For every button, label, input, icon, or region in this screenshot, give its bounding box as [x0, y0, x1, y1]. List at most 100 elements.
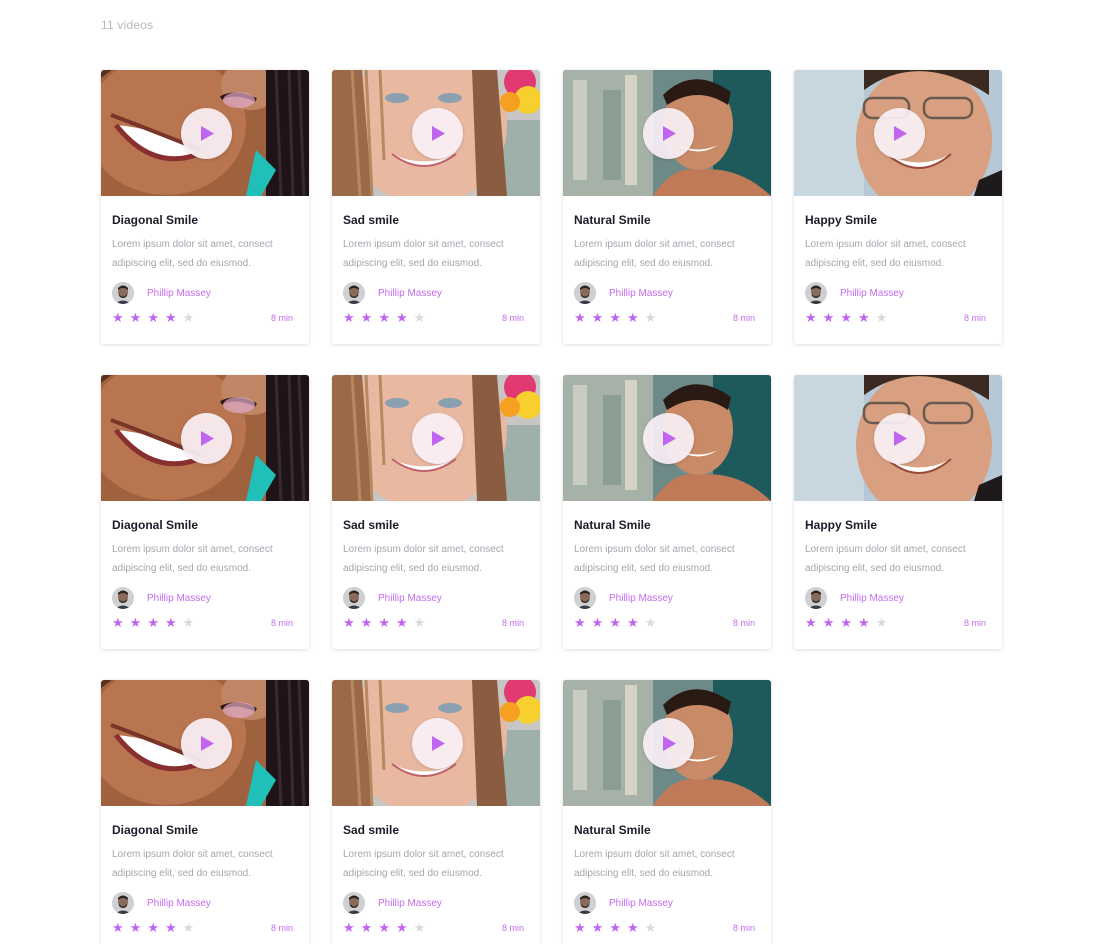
author-name-link[interactable]: Phillip Massey	[378, 288, 442, 299]
video-thumbnail[interactable]	[563, 375, 771, 501]
video-title[interactable]: Diagonal Smile	[112, 212, 298, 228]
star-filled-icon[interactable]: ★	[130, 922, 142, 935]
star-filled-icon[interactable]: ★	[130, 617, 142, 630]
star-empty-icon[interactable]: ★	[414, 922, 426, 935]
video-thumbnail[interactable]	[332, 375, 540, 501]
star-filled-icon[interactable]: ★	[343, 312, 355, 325]
play-button[interactable]	[181, 718, 232, 769]
star-empty-icon[interactable]: ★	[645, 312, 657, 325]
star-rating[interactable]: ★ ★ ★ ★ ★	[112, 922, 194, 935]
star-empty-icon[interactable]: ★	[414, 617, 426, 630]
author-name-link[interactable]: Phillip Massey	[378, 593, 442, 604]
video-title[interactable]: Diagonal Smile	[112, 517, 298, 533]
author-name-link[interactable]: Phillip Massey	[840, 593, 904, 604]
star-filled-icon[interactable]: ★	[592, 922, 604, 935]
video-card[interactable]: Happy Smile Lorem ipsum dolor sit amet, c…	[794, 70, 1002, 344]
star-filled-icon[interactable]: ★	[396, 617, 408, 630]
author-name-link[interactable]: Phillip Massey	[147, 288, 211, 299]
video-thumbnail[interactable]	[101, 680, 309, 806]
star-empty-icon[interactable]: ★	[183, 312, 195, 325]
author-name-link[interactable]: Phillip Massey	[147, 593, 211, 604]
star-filled-icon[interactable]: ★	[378, 922, 390, 935]
star-filled-icon[interactable]: ★	[361, 617, 373, 630]
video-card[interactable]: Natural Smile Lorem ipsum dolor sit amet,…	[563, 70, 771, 344]
video-thumbnail[interactable]	[794, 70, 1002, 196]
star-rating[interactable]: ★ ★ ★ ★ ★	[343, 617, 425, 630]
star-filled-icon[interactable]: ★	[147, 312, 159, 325]
play-button[interactable]	[181, 108, 232, 159]
star-filled-icon[interactable]: ★	[592, 312, 604, 325]
video-thumbnail[interactable]	[794, 375, 1002, 501]
play-button[interactable]	[412, 108, 463, 159]
author-name-link[interactable]: Phillip Massey	[609, 898, 673, 909]
star-filled-icon[interactable]: ★	[823, 617, 835, 630]
play-button[interactable]	[412, 413, 463, 464]
video-card[interactable]: Diagonal Smile Lorem ipsum dolor sit amet…	[101, 375, 309, 649]
star-filled-icon[interactable]: ★	[343, 617, 355, 630]
star-filled-icon[interactable]: ★	[805, 312, 817, 325]
star-filled-icon[interactable]: ★	[805, 617, 817, 630]
play-button[interactable]	[643, 413, 694, 464]
star-rating[interactable]: ★ ★ ★ ★ ★	[574, 312, 656, 325]
star-filled-icon[interactable]: ★	[112, 922, 124, 935]
play-button[interactable]	[643, 718, 694, 769]
star-empty-icon[interactable]: ★	[414, 312, 426, 325]
video-card[interactable]: Sad smile Lorem ipsum dolor sit amet, con…	[332, 70, 540, 344]
star-filled-icon[interactable]: ★	[396, 922, 408, 935]
author-name-link[interactable]: Phillip Massey	[378, 898, 442, 909]
star-filled-icon[interactable]: ★	[112, 312, 124, 325]
star-filled-icon[interactable]: ★	[130, 312, 142, 325]
video-title[interactable]: Diagonal Smile	[112, 822, 298, 838]
video-title[interactable]: Natural Smile	[574, 822, 760, 838]
play-button[interactable]	[874, 413, 925, 464]
star-filled-icon[interactable]: ★	[592, 617, 604, 630]
star-empty-icon[interactable]: ★	[876, 312, 888, 325]
avatar[interactable]	[343, 587, 365, 609]
star-filled-icon[interactable]: ★	[840, 617, 852, 630]
avatar[interactable]	[112, 892, 134, 914]
star-filled-icon[interactable]: ★	[609, 617, 621, 630]
star-empty-icon[interactable]: ★	[645, 922, 657, 935]
play-button[interactable]	[412, 718, 463, 769]
video-title[interactable]: Sad smile	[343, 212, 529, 228]
star-rating[interactable]: ★ ★ ★ ★ ★	[805, 312, 887, 325]
avatar[interactable]	[112, 282, 134, 304]
video-thumbnail[interactable]	[101, 70, 309, 196]
avatar[interactable]	[574, 892, 596, 914]
star-filled-icon[interactable]: ★	[112, 617, 124, 630]
avatar[interactable]	[574, 587, 596, 609]
video-title[interactable]: Happy Smile	[805, 517, 991, 533]
video-title[interactable]: Sad smile	[343, 517, 529, 533]
star-rating[interactable]: ★ ★ ★ ★ ★	[343, 922, 425, 935]
star-filled-icon[interactable]: ★	[840, 312, 852, 325]
author-name-link[interactable]: Phillip Massey	[840, 288, 904, 299]
star-filled-icon[interactable]: ★	[165, 922, 177, 935]
video-card[interactable]: Diagonal Smile Lorem ipsum dolor sit amet…	[101, 680, 309, 944]
star-empty-icon[interactable]: ★	[183, 617, 195, 630]
video-card[interactable]: Sad smile Lorem ipsum dolor sit amet, con…	[332, 680, 540, 944]
star-filled-icon[interactable]: ★	[609, 312, 621, 325]
star-filled-icon[interactable]: ★	[627, 922, 639, 935]
star-filled-icon[interactable]: ★	[165, 617, 177, 630]
star-empty-icon[interactable]: ★	[183, 922, 195, 935]
video-card[interactable]: Natural Smile Lorem ipsum dolor sit amet,…	[563, 375, 771, 649]
video-card[interactable]: Sad smile Lorem ipsum dolor sit amet, con…	[332, 375, 540, 649]
star-filled-icon[interactable]: ★	[147, 617, 159, 630]
star-filled-icon[interactable]: ★	[823, 312, 835, 325]
video-title[interactable]: Happy Smile	[805, 212, 991, 228]
star-filled-icon[interactable]: ★	[574, 617, 586, 630]
star-filled-icon[interactable]: ★	[361, 312, 373, 325]
play-button[interactable]	[181, 413, 232, 464]
avatar[interactable]	[805, 587, 827, 609]
star-rating[interactable]: ★ ★ ★ ★ ★	[112, 617, 194, 630]
star-rating[interactable]: ★ ★ ★ ★ ★	[112, 312, 194, 325]
play-button[interactable]	[643, 108, 694, 159]
star-filled-icon[interactable]: ★	[343, 922, 355, 935]
star-filled-icon[interactable]: ★	[609, 922, 621, 935]
star-filled-icon[interactable]: ★	[574, 922, 586, 935]
star-filled-icon[interactable]: ★	[627, 312, 639, 325]
avatar[interactable]	[112, 587, 134, 609]
author-name-link[interactable]: Phillip Massey	[609, 593, 673, 604]
video-title[interactable]: Natural Smile	[574, 212, 760, 228]
avatar[interactable]	[343, 892, 365, 914]
